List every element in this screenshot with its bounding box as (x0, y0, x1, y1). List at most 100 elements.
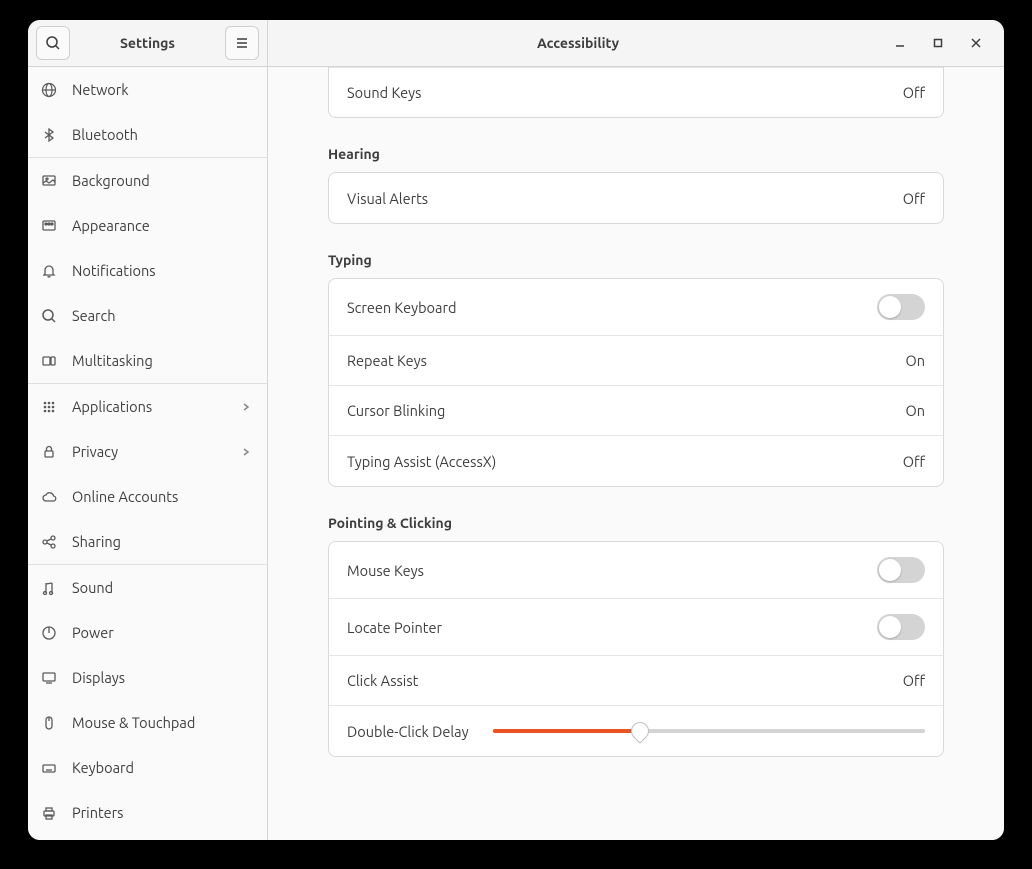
display-icon (40, 669, 58, 687)
sidebar-item-label: Applications (72, 398, 152, 415)
close-button[interactable] (964, 31, 988, 55)
sound-icon (40, 579, 58, 597)
slider-double-click[interactable] (493, 722, 925, 740)
sidebar-item-printers[interactable]: Printers (28, 790, 267, 835)
sidebar-item-label: Appearance (72, 217, 150, 234)
toggle-screen-keyboard[interactable] (877, 294, 925, 320)
panel-title: Accessibility (268, 35, 888, 51)
sidebar-item-label: Background (72, 172, 150, 189)
row-double-click-delay[interactable]: Double-Click Delay (329, 706, 943, 756)
sidebar-item-label: Privacy (72, 443, 118, 460)
sidebar-item-mouse-touchpad[interactable]: Mouse & Touchpad (28, 700, 267, 745)
sidebar-item-applications[interactable]: Applications (28, 384, 267, 429)
hamburger-icon (234, 35, 250, 51)
minimize-icon (895, 38, 905, 48)
sidebar-item-label: Multitasking (72, 352, 153, 369)
row-label: Cursor Blinking (347, 402, 905, 419)
section-card-partial: Sound Keys Off (328, 67, 944, 118)
search-button[interactable] (36, 26, 70, 60)
section-card-typing: Screen Keyboard Repeat Keys On Cursor Bl… (328, 278, 944, 487)
section-card-hearing: Visual Alerts Off (328, 172, 944, 224)
sidebar-item-label: Network (72, 81, 129, 98)
row-value: Off (903, 190, 925, 207)
chevron-right-icon (241, 447, 251, 457)
row-repeat-keys[interactable]: Repeat Keys On (329, 336, 943, 386)
menu-button[interactable] (225, 26, 259, 60)
row-value: Off (903, 84, 925, 101)
row-label: Mouse Keys (347, 562, 877, 579)
app-title: Settings (76, 35, 219, 51)
titlebar-right: Accessibility (268, 20, 1004, 66)
sidebar-item-displays[interactable]: Displays (28, 655, 267, 700)
sidebar-item-keyboard[interactable]: Keyboard (28, 745, 267, 790)
settings-window: Settings Accessibility Network Bluetooth B… (28, 20, 1004, 840)
search-icon (45, 35, 61, 51)
lock-icon (40, 443, 58, 461)
search-icon (40, 307, 58, 325)
row-cursor-blinking[interactable]: Cursor Blinking On (329, 386, 943, 436)
maximize-icon (933, 38, 943, 48)
close-icon (971, 38, 981, 48)
row-locate-pointer[interactable]: Locate Pointer (329, 599, 943, 656)
bell-icon (40, 262, 58, 280)
appearance-icon (40, 217, 58, 235)
sidebar-item-search[interactable]: Search (28, 293, 267, 338)
toggle-locate-pointer[interactable] (877, 614, 925, 640)
row-screen-keyboard[interactable]: Screen Keyboard (329, 279, 943, 336)
sidebar-item-label: Printers (72, 804, 123, 821)
minimize-button[interactable] (888, 31, 912, 55)
row-value: Off (903, 672, 925, 689)
row-value: On (905, 402, 925, 419)
section-title-typing: Typing (328, 252, 944, 268)
sidebar-item-sharing[interactable]: Sharing (28, 519, 267, 564)
sidebar-item-power[interactable]: Power (28, 610, 267, 655)
sidebar-item-label: Sound (72, 579, 113, 596)
chevron-right-icon (241, 402, 251, 412)
sidebar-item-online-accounts[interactable]: Online Accounts (28, 474, 267, 519)
mouse-icon (40, 714, 58, 732)
sidebar-item-label: Bluetooth (72, 126, 138, 143)
sidebar-item-label: Sharing (72, 533, 121, 550)
window-controls (888, 31, 1004, 55)
row-label: Screen Keyboard (347, 299, 877, 316)
sidebar-item-label: Power (72, 624, 114, 641)
share-icon (40, 533, 58, 551)
content[interactable]: Sound Keys Off Hearing Visual Alerts Off… (268, 67, 1004, 840)
maximize-button[interactable] (926, 31, 950, 55)
sidebar[interactable]: Network Bluetooth Background Appearance Noti… (28, 67, 268, 840)
titlebar-left: Settings (28, 20, 268, 66)
sidebar-item-notifications[interactable]: Notifications (28, 248, 267, 293)
row-typing-assist[interactable]: Typing Assist (AccessX) Off (329, 436, 943, 486)
sidebar-item-label: Online Accounts (72, 488, 178, 505)
row-value: Off (903, 453, 925, 470)
keyboard-icon (40, 759, 58, 777)
row-visual-alerts[interactable]: Visual Alerts Off (329, 173, 943, 223)
grid-icon (40, 398, 58, 416)
row-value: On (905, 352, 925, 369)
toggle-mouse-keys[interactable] (877, 557, 925, 583)
globe-icon (40, 81, 58, 99)
cloud-icon (40, 488, 58, 506)
row-sound-keys[interactable]: Sound Keys Off (329, 67, 943, 117)
power-icon (40, 624, 58, 642)
row-click-assist[interactable]: Click Assist Off (329, 656, 943, 706)
row-label: Typing Assist (AccessX) (347, 453, 903, 470)
sidebar-item-network[interactable]: Network (28, 67, 267, 112)
sidebar-item-background[interactable]: Background (28, 158, 267, 203)
bluetooth-icon (40, 126, 58, 144)
row-label: Locate Pointer (347, 619, 877, 636)
section-title-hearing: Hearing (328, 146, 944, 162)
row-label: Visual Alerts (347, 190, 903, 207)
titlebar: Settings Accessibility (28, 20, 1004, 67)
body: Network Bluetooth Background Appearance Noti… (28, 67, 1004, 840)
sidebar-item-label: Search (72, 307, 116, 324)
row-mouse-keys[interactable]: Mouse Keys (329, 542, 943, 599)
sidebar-item-label: Displays (72, 669, 125, 686)
sidebar-item-privacy[interactable]: Privacy (28, 429, 267, 474)
sidebar-item-appearance[interactable]: Appearance (28, 203, 267, 248)
sidebar-item-bluetooth[interactable]: Bluetooth (28, 112, 267, 157)
background-icon (40, 172, 58, 190)
row-label: Double-Click Delay (347, 723, 469, 740)
sidebar-item-multitasking[interactable]: Multitasking (28, 338, 267, 383)
sidebar-item-sound[interactable]: Sound (28, 565, 267, 610)
